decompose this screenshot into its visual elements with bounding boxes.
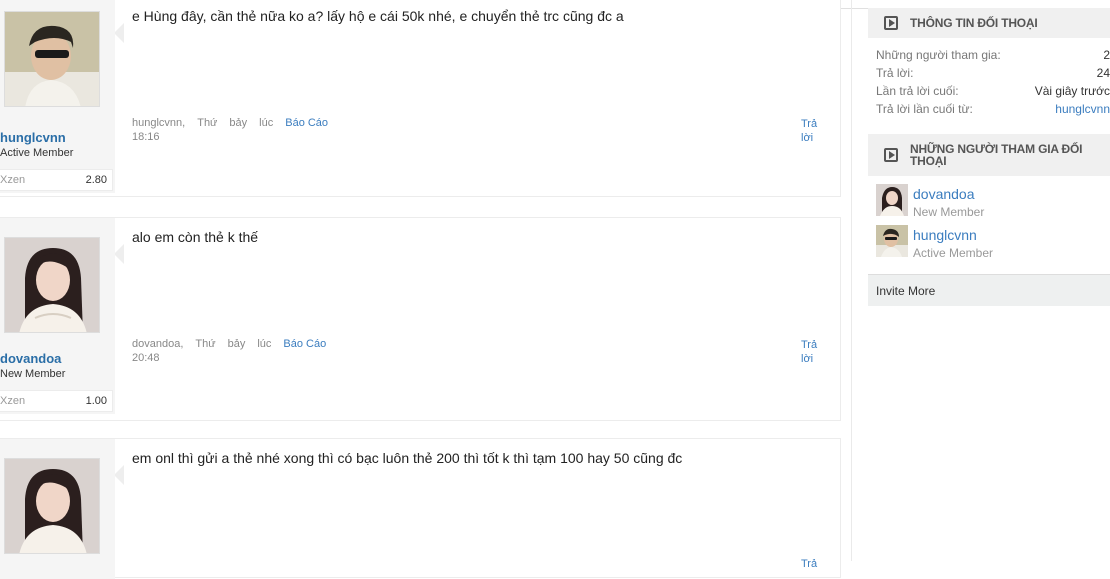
info-label: Lần trả lời cuối: [876,84,959,98]
user-title: Active Member [0,147,74,159]
xzen-stat: Xzen 2.80 [0,169,113,191]
participant-title: New Member [913,205,985,219]
info-value: 24 [1096,66,1110,80]
message-post: em onl thì gửi a thẻ nhé xong thì có bạc… [0,438,841,579]
column-divider [851,0,852,561]
avatar[interactable] [4,458,100,554]
message-post: hunglcvnn Active Member Xzen 2.80 e Hùng… [0,0,841,197]
message-user-info [0,439,115,579]
conversation-info-title: THÔNG TIN ĐỐI THOẠI [910,16,1038,30]
meta-day-name: bảy [227,338,246,350]
report-link[interactable]: Báo Cáo [283,338,326,350]
participants-header: NHỮNG NGƯỜI THAM GIA ĐỐI THOẠI [868,134,1110,176]
last-reply-user-link[interactable]: hunglcvnn [1055,102,1110,116]
invite-more-label: Invite More [876,284,936,298]
invite-more-button[interactable]: Invite More [868,274,1110,306]
report-link[interactable]: Báo Cáo [285,117,328,129]
play-box-icon [884,148,898,162]
participant-name[interactable]: hunglcvnn [913,227,977,243]
meta-day: Thứ [195,338,216,350]
meta-day: Thứ [197,117,218,129]
info-participants-count: Những người tham gia: 2 [876,48,1110,62]
meta-author[interactable]: hunglcvnn, [132,117,185,129]
meta-day-name: bảy [229,117,248,129]
participant-name[interactable]: dovandoa [913,186,975,202]
participant-title: Active Member [913,246,994,260]
xzen-label: Xzen [0,174,26,186]
reply-link[interactable]: Trả lời [801,117,825,145]
message-post: dovandoa New Member Xzen 1.00 alo em còn… [0,217,841,421]
avatar[interactable] [4,11,100,107]
message-meta: hunglcvnn, Thứ bảy lúc Báo Cáo [132,117,340,129]
info-label: Những người tham gia: [876,48,1001,62]
avatar[interactable] [4,237,100,333]
info-value: 2 [1103,48,1110,62]
info-replies: Trả lời: 24 [876,66,1110,80]
reply-link[interactable]: Trả [801,557,825,571]
conversation-info-header: THÔNG TIN ĐỐI THOẠI [868,8,1110,38]
xzen-value: 1.00 [85,395,107,407]
meta-author[interactable]: dovandoa, [132,338,183,350]
play-box-icon [884,16,898,30]
xzen-value: 2.80 [85,174,107,186]
info-value: Vài giây trước [1034,84,1110,98]
message-time: 18:16 [132,131,160,143]
message-meta: dovandoa, Thứ bảy lúc Báo Cáo [132,338,338,350]
message-user-info: hunglcvnn Active Member Xzen 2.80 [0,0,115,193]
message-text: e Hùng đây, cần thẻ nữa ko a? lấy hộ e c… [132,8,624,24]
info-last-reply: Lần trả lời cuối: Vài giây trước [876,84,1110,98]
message-user-info: dovandoa New Member Xzen 1.00 [0,218,115,414]
reply-link[interactable]: Trả lời [801,338,825,366]
meta-at: lúc [259,117,274,129]
username[interactable]: hunglcvnn [0,130,66,145]
message-text: em onl thì gửi a thẻ nhé xong thì có bạc… [132,450,683,466]
participant-avatar[interactable] [876,225,908,257]
xzen-stat: Xzen 1.00 [0,390,113,412]
message-text: alo em còn thẻ k thế [132,229,259,245]
info-label: Trả lời: [876,66,914,80]
meta-at: lúc [257,338,272,350]
participant-avatar[interactable] [876,184,908,216]
participants-title: NHỮNG NGƯỜI THAM GIA ĐỐI THOẠI [910,142,1083,168]
xzen-label: Xzen [0,395,26,407]
username[interactable]: dovandoa [0,351,61,366]
info-label: Trả lời lần cuối từ: [876,102,973,116]
user-title: New Member [0,368,66,380]
info-last-reply-by: Trả lời lần cuối từ: hunglcvnn [876,102,1110,116]
message-time: 20:48 [132,352,160,364]
